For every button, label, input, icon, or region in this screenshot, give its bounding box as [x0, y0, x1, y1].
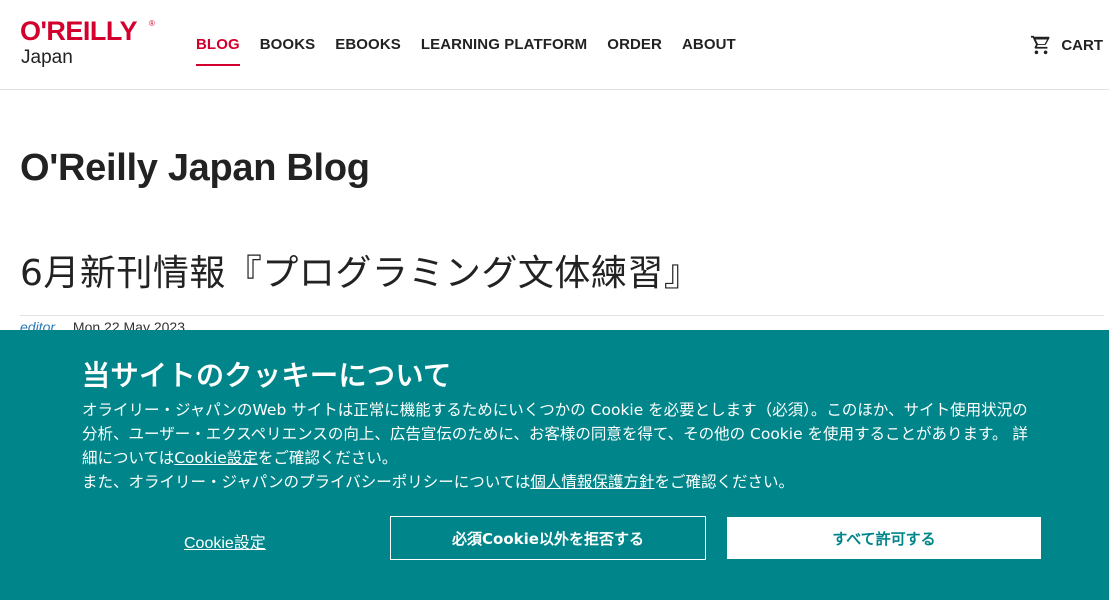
- nav-item-blog[interactable]: BLOG: [196, 35, 240, 66]
- cookie-settings-inline-link[interactable]: Cookie設定: [174, 449, 258, 467]
- privacy-policy-link[interactable]: 個人情報保護方針: [530, 473, 654, 491]
- cart-label: CART: [1061, 36, 1103, 54]
- main-nav: BLOG BOOKS EBOOKS LEARNING PLATFORM ORDE…: [196, 35, 756, 66]
- accept-all-cookies-button[interactable]: すべて許可する: [727, 517, 1041, 559]
- cookie-text-part2: また、オライリー・ジャパンのプライバシーポリシーについては: [82, 473, 531, 491]
- nav-item-ebooks[interactable]: EBOOKS: [335, 35, 401, 61]
- nav-item-order[interactable]: ORDER: [607, 35, 662, 61]
- cookie-banner-title: 当サイトのクッキーについて: [82, 359, 452, 392]
- nav-item-about[interactable]: ABOUT: [682, 35, 736, 61]
- cart-link[interactable]: CART: [1030, 34, 1103, 56]
- blog-title: O'Reilly Japan Blog: [20, 147, 370, 189]
- nav-item-books[interactable]: BOOKS: [260, 35, 316, 61]
- reject-non-essential-cookies-button[interactable]: 必須Cookie以外を拒否する: [390, 516, 706, 560]
- site-header: O'REILLY ® Japan BLOG BOOKS EBOOKS LEARN…: [0, 0, 1109, 90]
- oreilly-japan-logo[interactable]: O'REILLY ® Japan: [20, 18, 160, 72]
- post-title[interactable]: 6月新刊情報『プログラミング文体練習』: [20, 254, 700, 294]
- cookie-banner-text: オライリー・ジャパンのWeb サイトは正常に機能するためにいくつかの Cooki…: [82, 398, 1042, 494]
- cookie-text-part2-end: をご確認ください。: [654, 473, 794, 491]
- post-divider: [20, 315, 1104, 316]
- cookie-consent-banner: 当サイトのクッキーについて オライリー・ジャパンのWeb サイトは正常に機能する…: [0, 330, 1109, 600]
- page: O'REILLY ® Japan BLOG BOOKS EBOOKS LEARN…: [0, 0, 1109, 600]
- cookie-settings-button[interactable]: Cookie設定: [184, 529, 266, 553]
- cart-icon: [1031, 35, 1050, 55]
- logo-subtitle: Japan: [21, 47, 73, 68]
- logo-registered-mark: ®: [149, 19, 155, 28]
- cookie-text-part1-end: をご確認ください。: [257, 449, 398, 467]
- logo-wordmark: O'REILLY: [20, 16, 137, 46]
- nav-item-learning-platform[interactable]: LEARNING PLATFORM: [421, 35, 587, 61]
